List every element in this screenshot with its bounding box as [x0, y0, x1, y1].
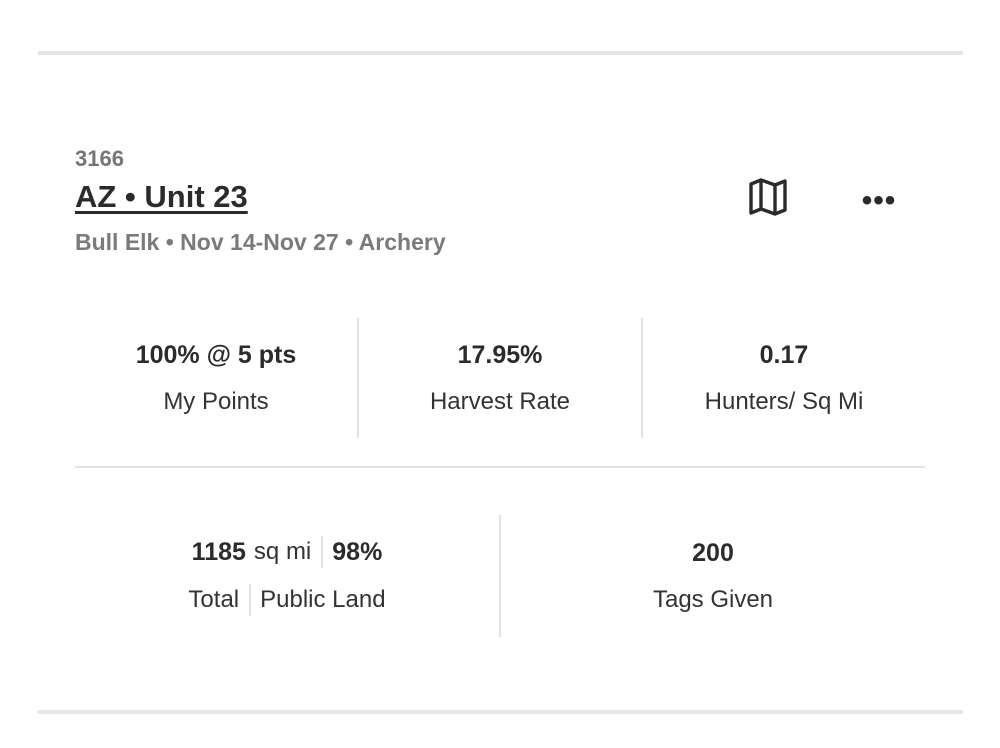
stat-value: 100% @ 5 pts [135, 341, 297, 369]
stat-label: My Points [163, 388, 269, 415]
stat-my-points: 100% @ 5 pts My Points [75, 318, 357, 438]
land-value-separator [321, 536, 324, 568]
stat-value: 0.17 [759, 341, 809, 369]
public-land-label: Public Land [260, 586, 386, 613]
stat-label: Tags Given [652, 586, 774, 613]
bottom-divider [38, 710, 963, 714]
land-labels: Total Public Land [188, 584, 386, 616]
total-area-unit: sq mi [253, 538, 312, 565]
stats-divider [75, 466, 925, 468]
land-values: 1185 sq mi 98% [191, 536, 383, 568]
stat-tags-given: 200 Tags Given [499, 515, 925, 637]
hunt-code: 3166 [75, 146, 124, 171]
unit-title-link[interactable]: AZ • Unit 23 [75, 177, 248, 217]
hunt-header: 3166 AZ • Unit 23 Bull Elk • Nov 14-Nov … [75, 145, 925, 257]
public-land-value: 98% [332, 538, 383, 566]
more-options-icon[interactable]: ••• [858, 184, 900, 218]
stat-land-area: 1185 sq mi 98% Total Public Land [75, 515, 499, 637]
primary-stats-row: 100% @ 5 pts My Points 17.95% Harvest Ra… [75, 318, 925, 438]
total-area-value: 1185 [191, 538, 246, 566]
secondary-stats-row: 1185 sq mi 98% Total Public Land 200 Tag… [75, 515, 925, 637]
total-area-label: Total [188, 586, 240, 613]
stat-label: Hunters/ Sq Mi [704, 388, 864, 415]
stat-label: Harvest Rate [429, 388, 571, 415]
hunt-subtitle: Bull Elk • Nov 14-Nov 27 • Archery [75, 229, 446, 255]
map-icon-graphic [749, 178, 787, 216]
map-icon[interactable] [747, 176, 789, 218]
hunt-card: 3166 AZ • Unit 23 Bull Elk • Nov 14-Nov … [0, 0, 1000, 748]
land-label-separator [249, 584, 252, 616]
stat-value: 17.95% [457, 341, 543, 369]
top-divider [38, 51, 963, 55]
stat-harvest-rate: 17.95% Harvest Rate [357, 318, 641, 438]
stat-hunters-per-sq-mi: 0.17 Hunters/ Sq Mi [641, 318, 925, 438]
stat-value: 200 [692, 539, 734, 567]
